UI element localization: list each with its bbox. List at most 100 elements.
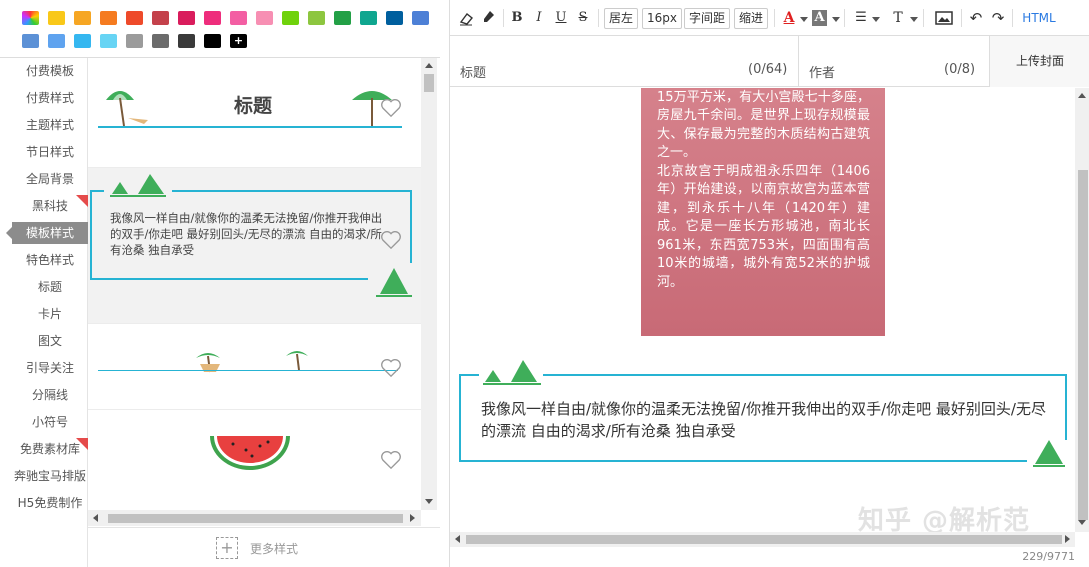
color-swatch[interactable] xyxy=(360,11,377,25)
line-height-button[interactable]: ☰ xyxy=(853,7,869,29)
color-swatch[interactable] xyxy=(178,11,195,25)
template-palm-divider[interactable] xyxy=(88,324,421,410)
color-swatch[interactable] xyxy=(308,11,325,25)
category-item[interactable]: 节日样式 xyxy=(12,141,88,163)
color-swatch[interactable] xyxy=(48,34,65,48)
color-picker-icon[interactable] xyxy=(22,11,39,25)
category-item[interactable]: 标题 xyxy=(12,276,88,298)
color-swatch[interactable] xyxy=(412,11,429,25)
category-item[interactable]: 主题样式 xyxy=(12,114,88,136)
scroll-up-arrow-icon[interactable] xyxy=(1078,93,1086,98)
category-item[interactable]: 特色样式 xyxy=(12,249,88,271)
scroll-right-arrow-icon[interactable] xyxy=(1065,535,1070,543)
color-swatch[interactable] xyxy=(74,34,91,48)
favorite-heart-icon[interactable] xyxy=(380,230,402,250)
category-label: 卡片 xyxy=(37,307,62,321)
scroll-right-arrow-icon[interactable] xyxy=(410,514,415,522)
template-watermelon[interactable] xyxy=(88,410,421,510)
editor-content[interactable]: 占地面积72万平方米，建筑面积约15万平方米，有大小宫殿七十多座，房屋九千余间。… xyxy=(450,88,1075,532)
template-vertical-scrollbar[interactable] xyxy=(421,58,437,510)
category-item[interactable]: 图文 xyxy=(12,330,88,352)
html-mode-button[interactable]: HTML xyxy=(1019,7,1059,29)
favorite-heart-icon[interactable] xyxy=(380,98,402,118)
scroll-thumb[interactable] xyxy=(108,514,403,523)
undo-button[interactable]: ↶ xyxy=(969,7,983,29)
color-swatch[interactable] xyxy=(152,34,169,48)
category-item[interactable]: 全局背景 xyxy=(12,168,88,190)
format-painter-icon[interactable] xyxy=(480,7,496,29)
plus-icon[interactable]: + xyxy=(216,537,238,559)
italic-button[interactable]: I xyxy=(532,7,546,29)
scroll-down-arrow-icon[interactable] xyxy=(425,499,433,504)
editor-poem-block[interactable]: 我像风一样自由/就像你的温柔无法挽留/你推开我伸出的双手/你走吧 最好别回头/无… xyxy=(459,360,1067,470)
category-item[interactable]: 分隔线 xyxy=(12,384,88,406)
category-item[interactable]: 模板样式 xyxy=(6,222,88,244)
strikethrough-button[interactable]: S xyxy=(576,7,590,29)
color-swatch[interactable] xyxy=(256,11,273,25)
color-swatch[interactable] xyxy=(204,11,221,25)
scroll-thumb[interactable] xyxy=(424,74,434,92)
category-item[interactable]: 付费模板 xyxy=(12,60,88,82)
indent-button[interactable]: 缩进 xyxy=(734,8,769,29)
chevron-down-icon[interactable] xyxy=(910,17,918,22)
scroll-left-arrow-icon[interactable] xyxy=(455,535,460,543)
editor-horizontal-scrollbar[interactable] xyxy=(450,532,1075,547)
color-swatch[interactable] xyxy=(100,34,117,48)
category-label: 节日样式 xyxy=(25,145,74,159)
category-item[interactable]: 奔驰宝马排版 xyxy=(12,465,88,487)
text-size-button[interactable]: T xyxy=(891,7,905,29)
upload-cover-button[interactable]: 上传封面 xyxy=(990,36,1089,87)
color-swatch[interactable] xyxy=(48,11,65,25)
redo-button[interactable]: ↷ xyxy=(991,7,1005,29)
eraser-icon[interactable] xyxy=(458,7,474,29)
color-swatch[interactable] xyxy=(204,34,221,48)
color-swatch[interactable] xyxy=(282,11,299,25)
category-item[interactable]: 小符号 xyxy=(12,411,88,433)
title-field-label[interactable]: 标题 xyxy=(460,62,486,81)
font-color-button[interactable]: A xyxy=(782,7,796,29)
scroll-down-arrow-icon[interactable] xyxy=(1078,520,1086,525)
editor-vertical-scrollbar[interactable] xyxy=(1075,88,1089,532)
color-swatch[interactable] xyxy=(126,34,143,48)
color-swatch[interactable] xyxy=(230,11,247,25)
scroll-thumb[interactable] xyxy=(466,535,1062,544)
color-swatch[interactable] xyxy=(22,34,39,48)
font-size-button[interactable]: 16px xyxy=(642,8,682,29)
align-button[interactable]: 居左 xyxy=(604,8,639,29)
bold-button[interactable]: B xyxy=(510,7,524,29)
plus-icon[interactable]: + xyxy=(230,34,247,48)
scroll-left-arrow-icon[interactable] xyxy=(93,514,98,522)
color-swatch[interactable] xyxy=(386,11,403,25)
category-item[interactable]: 引导关注 xyxy=(12,357,88,379)
background-color-button[interactable]: A xyxy=(812,10,827,26)
more-styles[interactable]: + 更多样式 xyxy=(88,527,440,567)
category-item[interactable]: 卡片 xyxy=(12,303,88,325)
favorite-heart-icon[interactable] xyxy=(380,450,402,470)
favorite-heart-icon[interactable] xyxy=(380,358,402,378)
color-swatch[interactable] xyxy=(74,11,91,25)
category-item[interactable]: 免费素材库 xyxy=(12,438,88,460)
color-swatch[interactable] xyxy=(152,11,169,25)
chevron-down-icon[interactable] xyxy=(832,17,840,22)
color-swatch[interactable] xyxy=(100,11,117,25)
more-styles-label[interactable]: 更多样式 xyxy=(250,540,298,557)
category-item[interactable]: H5免费制作 xyxy=(12,492,88,514)
title-char-count: (0/64) xyxy=(748,62,788,77)
chevron-down-icon[interactable] xyxy=(872,17,880,22)
letter-spacing-button[interactable]: 字间距 xyxy=(684,8,731,29)
category-item[interactable]: 黑科技 xyxy=(12,195,88,217)
template-poem-card[interactable]: 我像风一样自由/就像你的温柔无法挽留/你推开我伸出的双手/你走吧 最好别回头/无… xyxy=(88,168,421,324)
chevron-down-icon[interactable] xyxy=(800,17,808,22)
article-block[interactable]: 占地面积72万平方米，建筑面积约15万平方米，有大小宫殿七十多座，房屋九千余间。… xyxy=(641,88,885,336)
color-swatch[interactable] xyxy=(334,11,351,25)
color-swatch[interactable] xyxy=(178,34,195,48)
author-field-label[interactable]: 作者 xyxy=(809,62,835,81)
scroll-thumb[interactable] xyxy=(1078,170,1088,520)
scroll-up-arrow-icon[interactable] xyxy=(425,63,433,68)
color-swatch[interactable] xyxy=(126,11,143,25)
image-icon[interactable] xyxy=(934,7,954,29)
template-title-card[interactable]: 标题 xyxy=(88,58,421,168)
category-item[interactable]: 付费样式 xyxy=(12,87,88,109)
template-horizontal-scrollbar[interactable] xyxy=(88,510,421,526)
underline-button[interactable]: U xyxy=(554,7,568,29)
